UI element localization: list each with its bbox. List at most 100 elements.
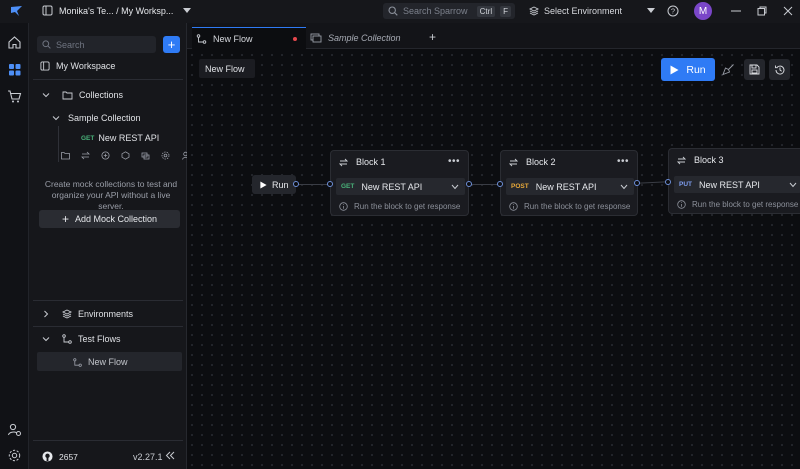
github-link[interactable]: 2657: [42, 451, 78, 462]
block-info: Run the block to get response: [509, 202, 630, 211]
workspace-label: Monika's Te... / My Worksp...: [59, 5, 174, 16]
environment-selector[interactable]: Select Environment: [523, 3, 655, 19]
more-options-icon[interactable]: •••: [617, 156, 629, 167]
app-version: v2.27.1: [133, 452, 163, 462]
tab-new-flow[interactable]: New Flow: [192, 27, 306, 49]
block-header: Block 3: [669, 149, 800, 171]
tab-sample-collection[interactable]: Sample Collection: [310, 27, 422, 49]
minimize-icon[interactable]: [731, 10, 741, 12]
unsaved-dot: [293, 36, 297, 41]
maximize-icon[interactable]: [757, 6, 767, 16]
test-flows-section[interactable]: Test Flows: [42, 334, 121, 344]
info-icon: [677, 200, 686, 209]
collection-sample[interactable]: Sample Collection: [52, 113, 141, 123]
sidebar-search-placeholder: Search: [56, 39, 85, 50]
plus-icon: +: [61, 211, 69, 226]
run-flow-label: Run: [686, 63, 706, 76]
save-button[interactable]: [744, 59, 765, 80]
user-settings-icon[interactable]: [7, 422, 22, 437]
block-info: Run the block to get response: [677, 200, 798, 209]
global-search[interactable]: Search Sparrow Ctrl F: [383, 3, 515, 19]
folders-icon: [62, 91, 73, 100]
caret-down-icon: [647, 8, 655, 13]
block-method: GET: [341, 183, 355, 190]
chevron-down-icon: [52, 116, 60, 121]
block2-output-port[interactable]: [634, 180, 640, 186]
block2-input-port[interactable]: [497, 181, 503, 187]
history-icon: [774, 65, 784, 74]
history-button[interactable]: [769, 59, 790, 80]
run-flow-button[interactable]: Run: [661, 58, 715, 81]
block-request-select[interactable]: GET New REST API: [336, 178, 465, 195]
flow-block-3[interactable]: Block 3 PUT New REST API Run the block t…: [668, 148, 800, 214]
add-mock-collection-label: Add Mock Collection: [74, 214, 158, 224]
socket-icon[interactable]: [141, 151, 150, 160]
chevron-down-icon: [42, 93, 50, 98]
flow-icon: [196, 33, 207, 44]
block-request-select[interactable]: POST New REST API: [506, 178, 634, 195]
workspace-name: My Workspace: [56, 61, 116, 71]
add-mock-collection-button[interactable]: + Add Mock Collection: [39, 210, 180, 228]
block-info-text: Run the block to get response: [524, 202, 631, 211]
block-method: POST: [511, 183, 529, 190]
collections-grid-icon[interactable]: [7, 62, 22, 77]
request-item[interactable]: GET New REST API: [81, 133, 159, 143]
workspace-switcher[interactable]: Monika's Te... / My Worksp...: [42, 5, 192, 16]
chevron-down-icon: [789, 182, 797, 187]
info-icon: [339, 202, 348, 211]
block-title: Block 3: [694, 155, 724, 165]
kbd-f: F: [500, 5, 511, 17]
more-options-icon[interactable]: •••: [448, 156, 460, 167]
request-method: GET: [81, 134, 95, 142]
add-circle-icon[interactable]: [101, 151, 110, 160]
search-icon: [388, 6, 398, 16]
gear-icon[interactable]: [161, 151, 170, 160]
swap-icon: [677, 156, 686, 164]
gear-icon[interactable]: [7, 448, 22, 463]
add-button[interactable]: +: [163, 36, 180, 53]
new-tab-button[interactable]: +: [429, 30, 436, 44]
flow-icon: [73, 357, 82, 367]
flow-canvas[interactable]: [187, 50, 800, 469]
block1-output-port[interactable]: [466, 181, 472, 187]
info-icon: [509, 202, 518, 211]
connector-start-block1: [296, 184, 330, 185]
sidebar-search-input[interactable]: Search: [37, 36, 156, 53]
environments-section[interactable]: Environments: [42, 309, 133, 319]
environment-label: Select Environment: [544, 6, 623, 16]
flow-block-2[interactable]: Block 2 ••• POST New REST API Run the bl…: [500, 150, 638, 216]
flow-name-field[interactable]: New Flow: [199, 59, 255, 78]
collections-section[interactable]: Collections: [42, 90, 123, 100]
sparrow-logo-icon: [10, 5, 23, 17]
start-run-node[interactable]: Run: [252, 175, 296, 194]
block-request-select[interactable]: PUT New REST API: [674, 176, 800, 193]
block-request-name: New REST API: [535, 181, 597, 192]
chevron-down-icon: [42, 337, 50, 342]
block3-input-port[interactable]: [665, 179, 671, 185]
save-icon: [749, 64, 760, 75]
activity-rail: [0, 23, 29, 469]
flow-block-1[interactable]: Block 1 ••• GET New REST API Run the blo…: [330, 150, 469, 216]
collapse-sidebar-icon[interactable]: [165, 451, 175, 460]
help-icon[interactable]: ?: [667, 5, 679, 17]
graphql-icon[interactable]: [121, 151, 130, 160]
folder-add-icon[interactable]: [61, 151, 70, 160]
swap-icon[interactable]: [81, 151, 90, 160]
block-info-text: Run the block to get response: [692, 200, 799, 209]
home-icon[interactable]: [7, 35, 22, 50]
block-method: PUT: [679, 181, 692, 188]
environments-label: Environments: [78, 309, 134, 319]
block1-input-port[interactable]: [327, 181, 333, 187]
flow-item[interactable]: New Flow: [73, 357, 128, 367]
workspace-header[interactable]: My Workspace: [40, 61, 115, 71]
cart-icon[interactable]: [7, 89, 22, 104]
clear-broom-icon[interactable]: [722, 63, 735, 76]
global-search-placeholder: Search Sparrow: [403, 6, 468, 16]
start-output-port[interactable]: [293, 181, 299, 187]
block-request-name: New REST API: [699, 179, 760, 190]
close-icon[interactable]: [783, 6, 793, 16]
flow-icon: [62, 334, 72, 344]
avatar[interactable]: M: [694, 2, 712, 20]
title-bar: Monika's Te... / My Worksp... Search Spa…: [0, 0, 800, 23]
layers-icon: [62, 309, 72, 319]
